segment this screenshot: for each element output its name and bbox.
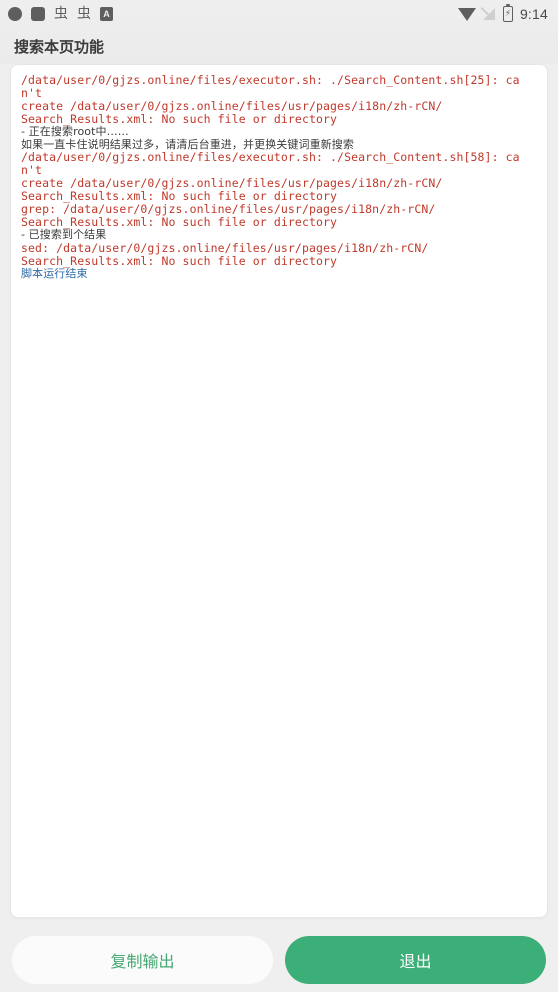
console-line: 脚本运行结束 bbox=[21, 266, 88, 280]
console-line: Search_Results.xml: No such file or dire… bbox=[21, 111, 338, 126]
console-line: create /data/user/0/gjzs.online/files/us… bbox=[21, 98, 443, 113]
status-bar: 虫 虫 A ⚡ 9:14 bbox=[0, 0, 558, 28]
script-output-console[interactable]: /data/user/0/gjzs.online/files/executor.… bbox=[10, 64, 548, 918]
notification-square-icon bbox=[31, 7, 45, 21]
battery-bolt-icon: ⚡ bbox=[504, 8, 512, 19]
mobile-signal-off-icon bbox=[480, 7, 496, 21]
status-bar-clock: 9:14 bbox=[519, 6, 548, 22]
bug-notification-icon-1: 虫 bbox=[54, 6, 68, 22]
console-line: /data/user/0/gjzs.online/files/executor.… bbox=[21, 73, 520, 100]
console-line: - 正在搜索root中…… bbox=[21, 124, 129, 138]
page-title: 搜索本页功能 bbox=[14, 37, 105, 56]
status-bar-right-icons: ⚡ 9:14 bbox=[457, 3, 548, 22]
output-panel-wrapper: /data/user/0/gjzs.online/files/executor.… bbox=[0, 64, 558, 918]
title-bar: 搜索本页功能 bbox=[0, 28, 558, 64]
bottom-action-bar: 复制输出 退出 bbox=[0, 928, 558, 992]
console-line: sed: /data/user/0/gjzs.online/files/usr/… bbox=[21, 240, 429, 255]
notification-dot-icon bbox=[8, 7, 22, 21]
copy-output-button[interactable]: 复制输出 bbox=[12, 936, 273, 984]
bug-notification-icon-2: 虫 bbox=[77, 6, 91, 22]
console-line: /data/user/0/gjzs.online/files/executor.… bbox=[21, 150, 520, 178]
wifi-icon bbox=[457, 7, 476, 21]
battery-charging-icon: ⚡ bbox=[502, 3, 513, 22]
ime-indicator-icon: A bbox=[100, 7, 113, 21]
console-line: Search_Results.xml: No such file or dire… bbox=[21, 253, 338, 268]
console-line: Search_Results.xml: No such file or dire… bbox=[21, 214, 338, 229]
exit-button[interactable]: 退出 bbox=[285, 936, 546, 984]
status-bar-left-icons: 虫 虫 A bbox=[8, 7, 113, 21]
console-line: - 已搜索到个结果 bbox=[21, 227, 107, 241]
